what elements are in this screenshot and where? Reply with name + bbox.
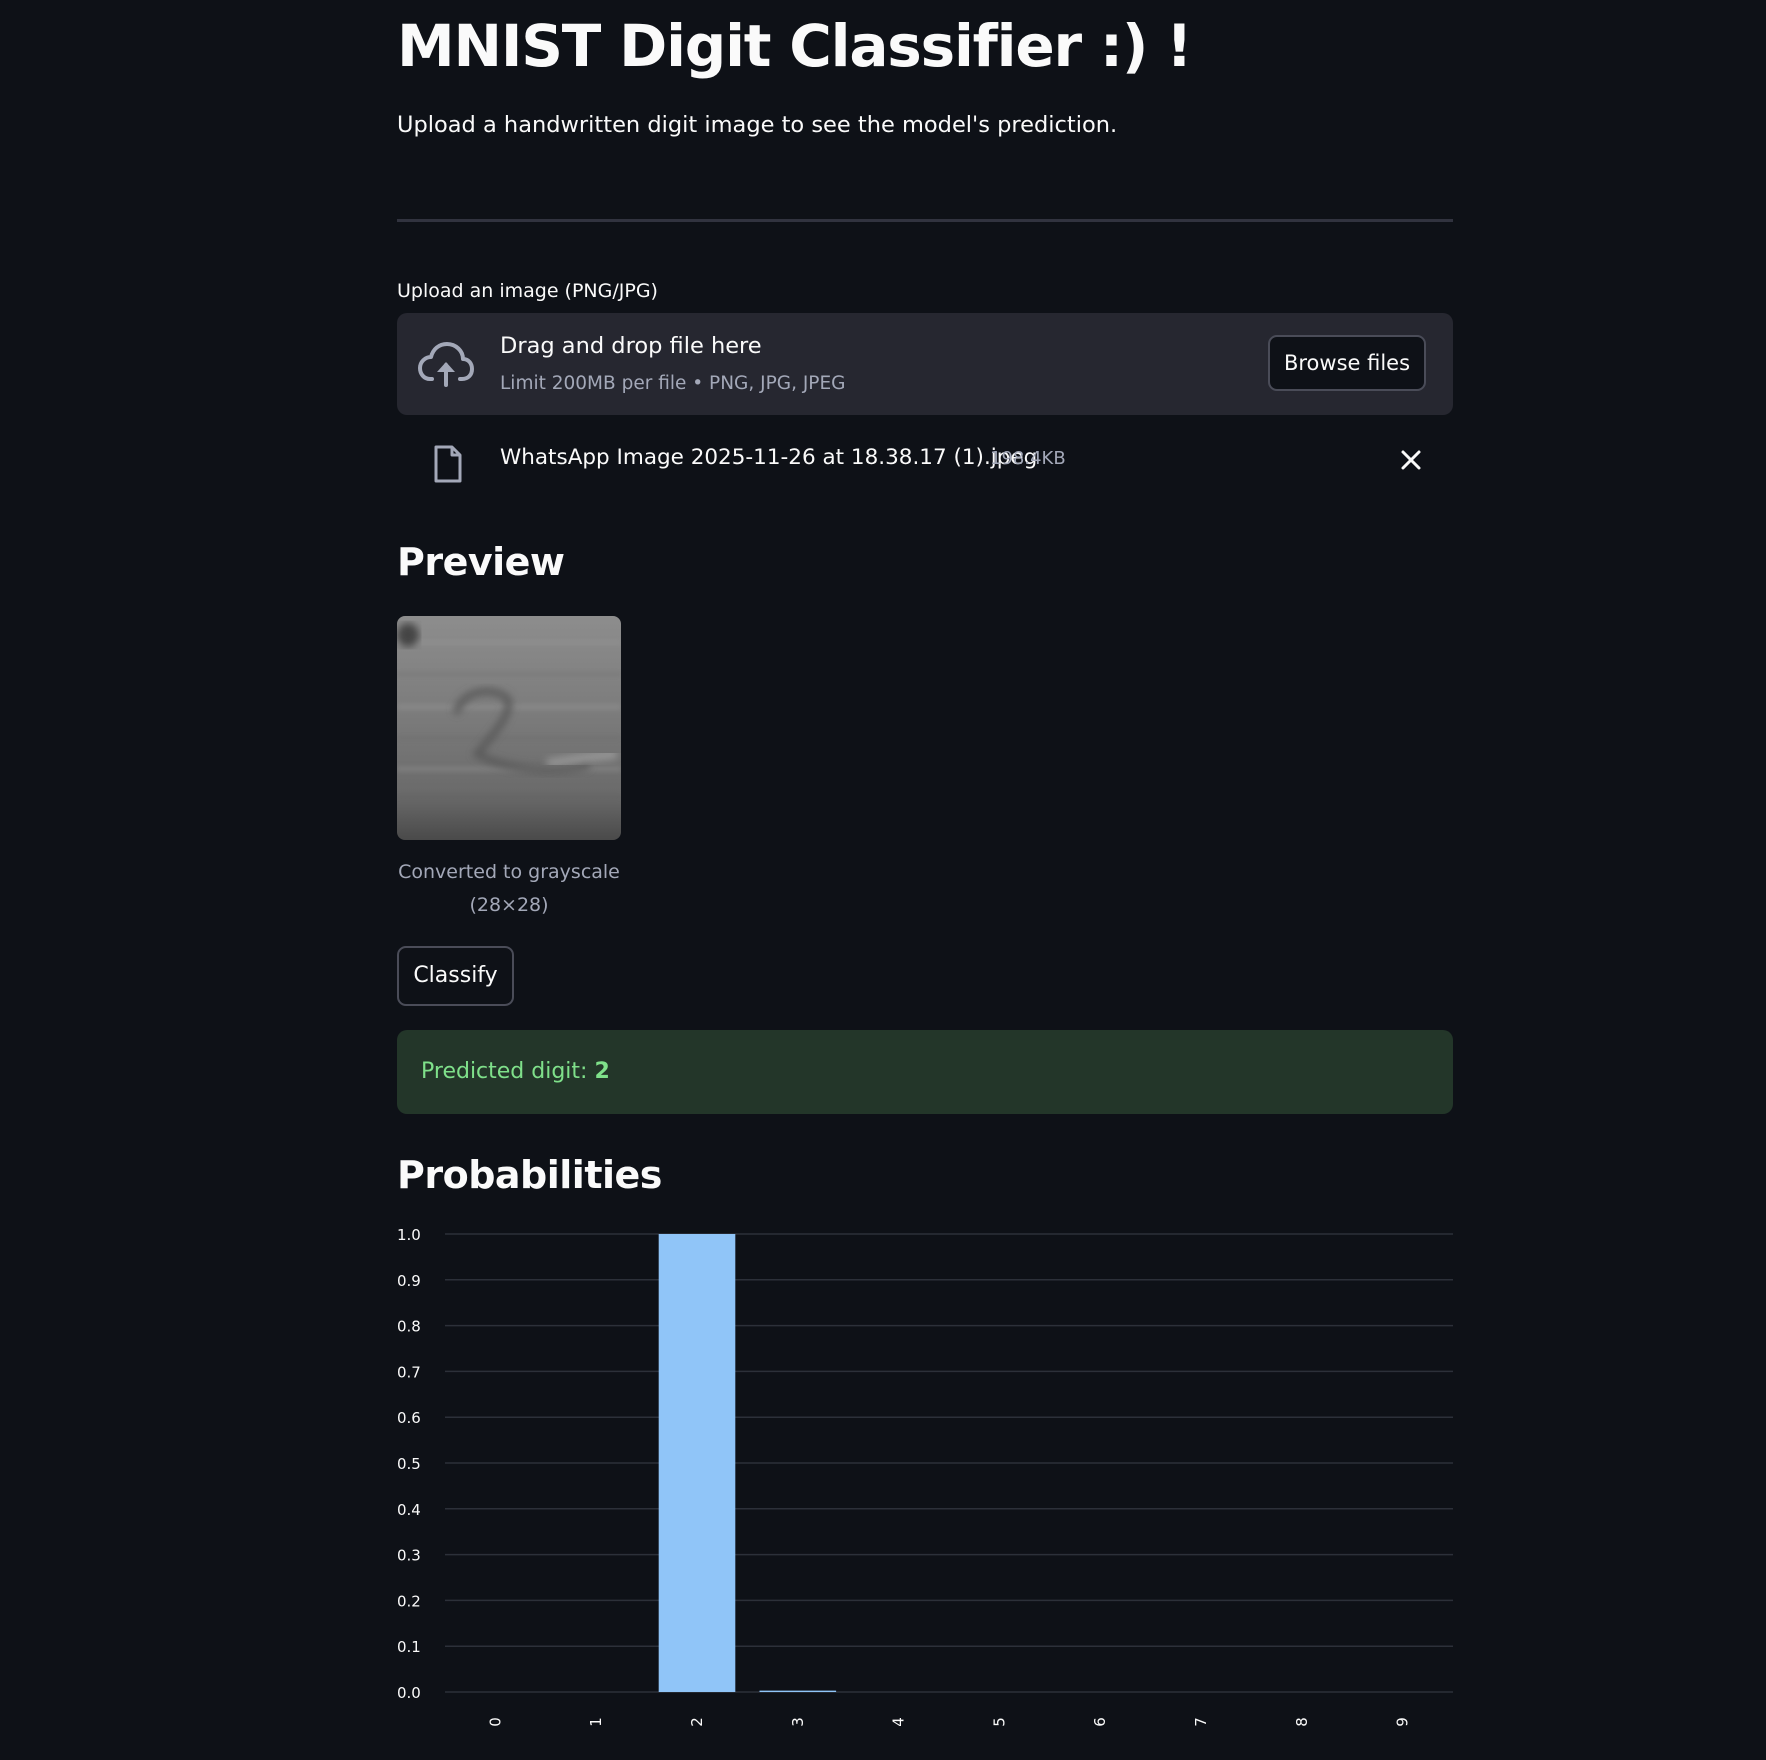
probabilities-heading: Probabilities: [397, 1153, 662, 1197]
upload-label: Upload an image (PNG/JPG): [397, 280, 658, 302]
uploaded-file-name: WhatsApp Image 2025-11-26 at 18.38.17 (1…: [500, 445, 1038, 470]
x-tick-label: 2: [688, 1717, 706, 1727]
x-tick-label: 5: [990, 1717, 1008, 1727]
x-tick-label: 6: [1091, 1717, 1109, 1727]
file-dropzone[interactable]: Drag and drop file here Limit 200MB per …: [397, 313, 1453, 415]
uploaded-file-row: WhatsApp Image 2025-11-26 at 18.38.17 (1…: [397, 432, 1453, 492]
classify-button[interactable]: Classify: [397, 946, 514, 1006]
dropzone-title: Drag and drop file here: [500, 333, 762, 359]
y-tick-label: 0.7: [397, 1363, 421, 1381]
bar-digit-2: [658, 1234, 736, 1692]
prediction-alert: Predicted digit: 2: [397, 1030, 1453, 1114]
probabilities-bar-chart: 0.0 0.1 0.2 0.3 0.4 0.5 0.6 0.7 0.8 0.9 1.0 0 1 2 3 4 5 6…: [397, 1226, 1453, 1727]
y-tick-label: 0.2: [397, 1592, 421, 1610]
y-tick-label: 0.1: [397, 1638, 421, 1656]
probabilities-chart: 0.0 0.1 0.2 0.3 0.4 0.5 0.6 0.7 0.8 0.9 1.0 0 1 2 3 4 5 6…: [397, 1222, 1457, 1756]
y-tick-label: 1.0: [397, 1226, 421, 1244]
divider: [397, 219, 1453, 222]
y-tick-label: 0.9: [397, 1272, 421, 1290]
file-icon: [432, 444, 464, 484]
x-tick-label: 1: [587, 1717, 605, 1727]
x-tick-label: 3: [789, 1717, 807, 1727]
x-tick-label: 0: [486, 1717, 504, 1727]
prediction-text: Predicted digit: 2: [421, 1055, 610, 1089]
prediction-prefix: Predicted digit:: [421, 1059, 595, 1084]
y-tick-label: 0.8: [397, 1318, 421, 1336]
preview-image: [397, 616, 621, 840]
close-icon[interactable]: [1395, 444, 1427, 476]
preview-caption-line2: (28×28): [469, 894, 549, 916]
predicted-digit: 2: [594, 1059, 610, 1084]
y-tick-label: 0.5: [397, 1455, 421, 1473]
page-subtitle: Upload a handwritten digit image to see …: [397, 112, 1118, 138]
x-tick-label: 7: [1192, 1717, 1210, 1727]
preview-caption-line1: Converted to grayscale: [398, 861, 620, 883]
y-tick-label: 0.0: [397, 1684, 421, 1702]
x-tick-label: 8: [1293, 1717, 1311, 1727]
page-title: MNIST Digit Classifier :) !: [397, 12, 1193, 80]
dropzone-limit-text: Limit 200MB per file • PNG, JPG, JPEG: [500, 373, 846, 394]
uploaded-file-size: 198.4KB: [990, 448, 1066, 469]
y-tick-label: 0.6: [397, 1409, 421, 1427]
browse-files-button[interactable]: Browse files: [1268, 335, 1426, 391]
preview-caption: Converted to grayscale (28×28): [397, 856, 621, 922]
preview-heading: Preview: [397, 540, 565, 584]
x-tick-label: 4: [890, 1717, 908, 1727]
cloud-upload-icon: [418, 339, 474, 389]
bar-digit-3: [759, 1690, 837, 1692]
y-tick-label: 0.4: [397, 1501, 421, 1519]
x-tick-label: 9: [1394, 1717, 1412, 1727]
y-tick-label: 0.3: [397, 1547, 421, 1565]
